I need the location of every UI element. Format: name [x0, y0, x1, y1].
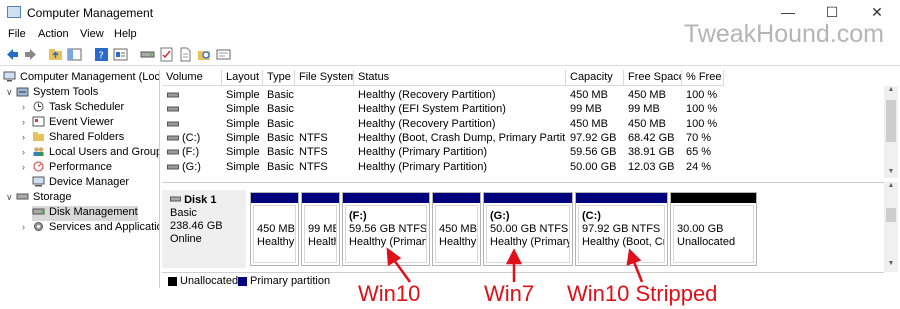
annotation-arrow-win10-stripped — [632, 261, 644, 283]
annotation-arrowhead-win10 — [386, 247, 402, 267]
annotation-arrowhead-win10-stripped — [626, 248, 642, 266]
annotation-arrows — [386, 247, 644, 283]
annotation-win7: Win7 — [484, 281, 535, 306]
annotation-arrow-win10 — [392, 259, 412, 283]
annotation-arrowhead-win7 — [505, 248, 523, 265]
annotation-win10-stripped: Win10 Stripped — [567, 281, 718, 306]
annotation-win10: Win10 — [358, 281, 421, 306]
